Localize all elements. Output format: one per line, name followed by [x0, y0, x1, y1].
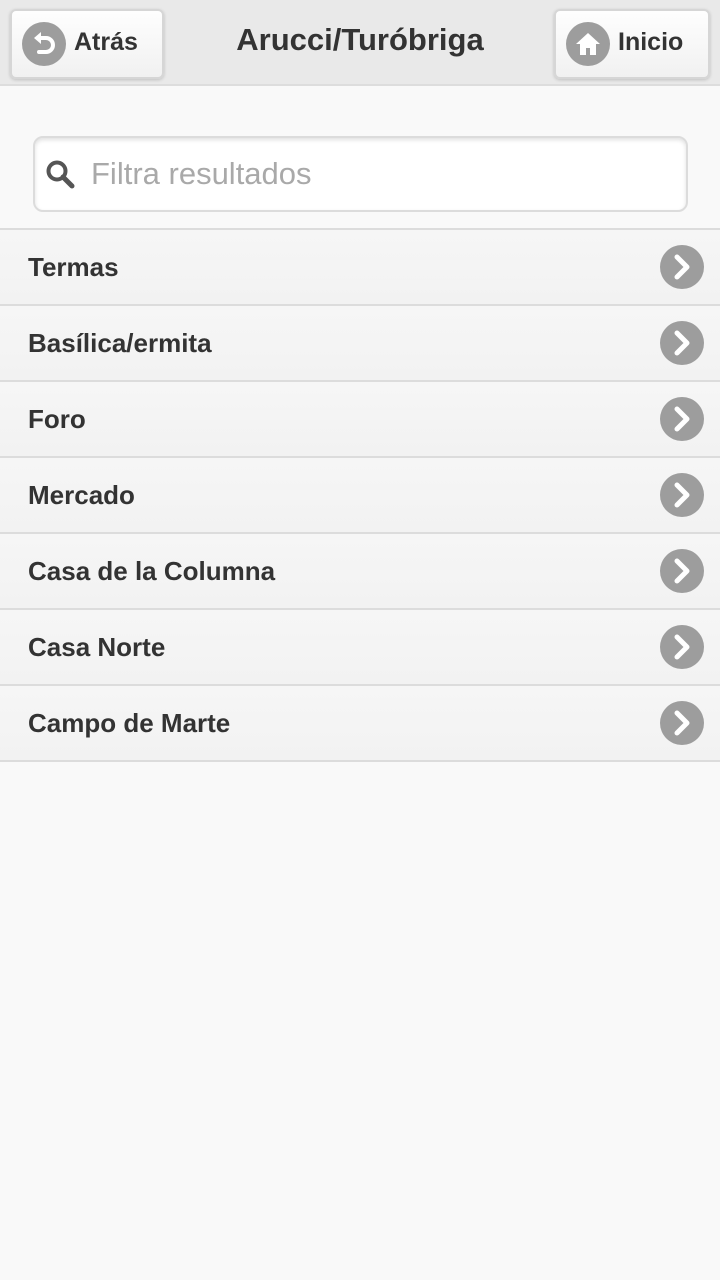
chevron-right-icon: [660, 397, 704, 441]
page-title: Arucci/Turóbriga: [236, 22, 484, 57]
list-item-casa-de-la-columna[interactable]: Casa de la Columna: [0, 534, 720, 610]
search-icon: [46, 160, 75, 189]
back-button-label: Atrás: [74, 27, 138, 56]
list-item-label: Casa Norte: [28, 631, 166, 662]
back-arrow-icon: [22, 22, 66, 66]
list-item-termas[interactable]: Termas: [0, 230, 720, 306]
search-input[interactable]: [91, 156, 651, 192]
home-button[interactable]: Inicio: [554, 9, 710, 79]
list-item-label: Mercado: [28, 479, 135, 510]
chevron-right-icon: [660, 625, 704, 669]
chevron-right-icon: [660, 245, 704, 289]
list-item-basilica-ermita[interactable]: Basílica/ermita: [0, 306, 720, 382]
list-item-mercado[interactable]: Mercado: [0, 458, 720, 534]
list-item-label: Campo de Marte: [28, 707, 231, 738]
chevron-right-icon: [660, 701, 704, 745]
chevron-right-icon: [660, 473, 704, 517]
search-field[interactable]: [33, 136, 688, 212]
chevron-right-icon: [660, 549, 704, 593]
list-item-label: Basílica/ermita: [28, 327, 212, 358]
list-item-label: Foro: [28, 403, 86, 434]
header-bar: Atrás Arucci/Turóbriga Inicio: [0, 0, 720, 86]
back-button[interactable]: Atrás: [10, 9, 164, 79]
home-button-label: Inicio: [618, 27, 684, 56]
list-item-casa-norte[interactable]: Casa Norte: [0, 610, 720, 686]
list-item-label: Termas: [28, 251, 119, 282]
list-item-label: Casa de la Columna: [28, 555, 276, 586]
list-item-foro[interactable]: Foro: [0, 382, 720, 458]
results-list: Termas Basílica/ermita Foro Mercado Casa…: [0, 228, 720, 762]
list-item-campo-de-marte[interactable]: Campo de Marte: [0, 686, 720, 762]
home-icon: [566, 22, 610, 66]
chevron-right-icon: [660, 321, 704, 365]
